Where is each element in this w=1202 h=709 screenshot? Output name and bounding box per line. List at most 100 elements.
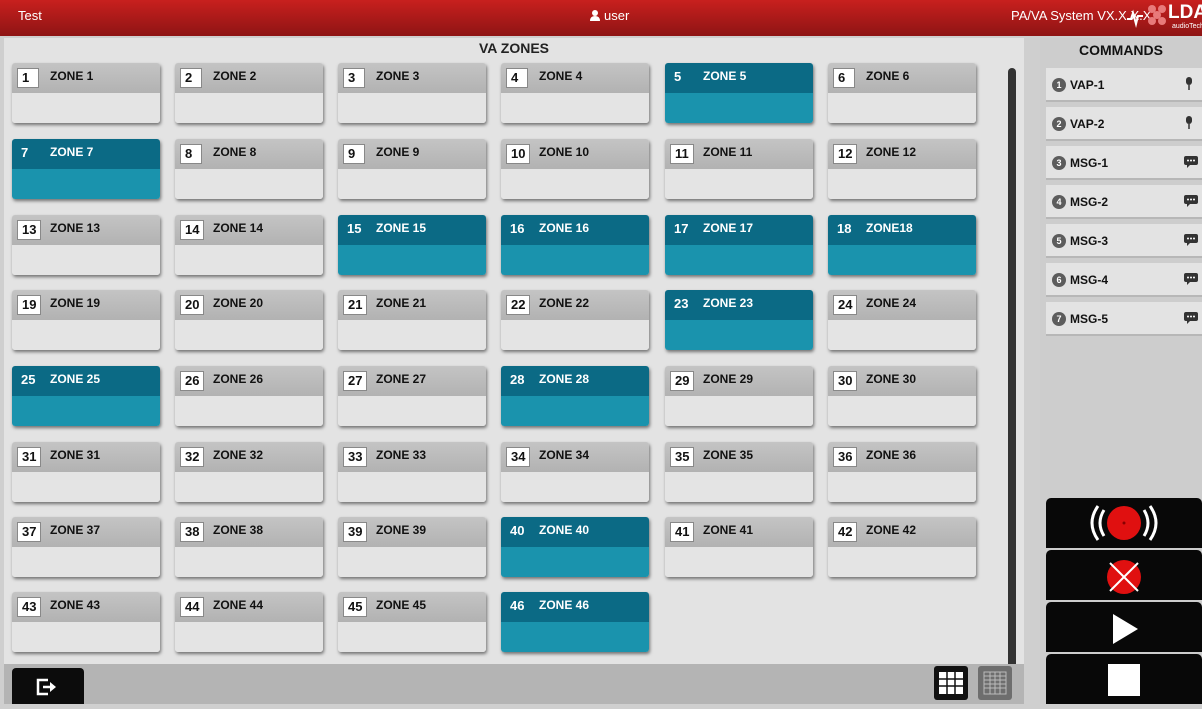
zone-body (501, 245, 649, 275)
cancel-button[interactable] (1046, 550, 1202, 600)
zone-button[interactable]: 45 ZONE 45 (338, 592, 486, 652)
zone-number: 46 (510, 598, 525, 613)
zone-body (665, 547, 813, 577)
logout-button[interactable] (12, 668, 84, 704)
zone-button[interactable]: 40 ZONE 40 (501, 517, 649, 577)
zone-button[interactable]: 39 ZONE 39 (338, 517, 486, 577)
zone-button[interactable]: 12 ZONE 12 (828, 139, 976, 199)
zone-button[interactable]: 9 ZONE 9 (338, 139, 486, 199)
zone-button[interactable]: 10 ZONE 10 (501, 139, 649, 199)
command-item[interactable]: 4 MSG-2 (1046, 185, 1202, 219)
zone-button[interactable]: 5 ZONE 5 (665, 63, 813, 123)
zone-button[interactable]: 42 ZONE 42 (828, 517, 976, 577)
command-icon (1184, 77, 1194, 96)
command-item[interactable]: 5 MSG-3 (1046, 224, 1202, 258)
zone-button[interactable]: 34 ZONE 34 (501, 442, 649, 502)
zone-button[interactable]: 18 ZONE18 (828, 215, 976, 275)
zone-name: ZONE 28 (539, 372, 590, 386)
zone-button[interactable]: 6 ZONE 6 (828, 63, 976, 123)
zone-button[interactable]: 22 ZONE 22 (501, 290, 649, 350)
zone-number: 10 (506, 144, 531, 164)
zone-button[interactable]: 8 ZONE 8 (175, 139, 323, 199)
zone-name: ZONE 42 (866, 523, 917, 537)
zone-body (665, 245, 813, 275)
zone-name: ZONE 16 (539, 221, 590, 235)
grid-icon (939, 672, 963, 694)
zone-button[interactable]: 28 ZONE 28 (501, 366, 649, 426)
zone-name: ZONE 43 (50, 598, 101, 612)
zone-button[interactable]: 33 ZONE 33 (338, 442, 486, 502)
stop-button[interactable] (1046, 654, 1202, 704)
command-icon (1184, 116, 1194, 135)
zone-button[interactable]: 16 ZONE 16 (501, 215, 649, 275)
zone-button[interactable]: 43 ZONE 43 (12, 592, 160, 652)
zone-button[interactable]: 25 ZONE 25 (12, 366, 160, 426)
user-name: user (604, 8, 630, 23)
zone-button[interactable]: 3 ZONE 3 (338, 63, 486, 123)
play-button[interactable] (1046, 602, 1202, 652)
zone-button[interactable]: 41 ZONE 41 (665, 517, 813, 577)
command-number: 7 (1052, 312, 1066, 326)
zone-button[interactable]: 7 ZONE 7 (12, 139, 160, 199)
zone-button[interactable]: 15 ZONE 15 (338, 215, 486, 275)
zone-body (828, 472, 976, 502)
zone-button[interactable]: 24 ZONE 24 (828, 290, 976, 350)
zone-name: ZONE 39 (376, 523, 427, 537)
zone-number: 28 (510, 372, 525, 387)
zone-button[interactable]: 11 ZONE 11 (665, 139, 813, 199)
zone-number: 6 (833, 68, 855, 88)
cancel-icon (1107, 560, 1141, 594)
command-item[interactable]: 1 VAP-1 (1046, 68, 1202, 102)
command-label: MSG-1 (1070, 156, 1109, 170)
zone-button[interactable]: 20 ZONE 20 (175, 290, 323, 350)
zone-body (338, 169, 486, 199)
zone-button[interactable]: 35 ZONE 35 (665, 442, 813, 502)
command-item[interactable]: 3 MSG-1 (1046, 146, 1202, 180)
zone-button[interactable]: 2 ZONE 2 (175, 63, 323, 123)
zone-body (175, 320, 323, 350)
zone-number: 8 (180, 144, 202, 164)
grid-view-button[interactable] (934, 666, 968, 700)
zone-button[interactable]: 31 ZONE 31 (12, 442, 160, 502)
zone-number: 31 (17, 447, 42, 467)
list-view-button[interactable] (978, 666, 1012, 700)
va-zones-panel: VA ZONES 1 ZONE 1 2 ZONE 2 3 ZONE 3 4 ZONE 4 5 ZO… (4, 38, 1024, 700)
zone-name: ZONE 6 (866, 69, 910, 83)
message-icon (1184, 234, 1198, 246)
zone-button[interactable]: 37 ZONE 37 (12, 517, 160, 577)
zone-button[interactable]: 26 ZONE 26 (175, 366, 323, 426)
zone-button[interactable]: 4 ZONE 4 (501, 63, 649, 123)
zone-button[interactable]: 44 ZONE 44 (175, 592, 323, 652)
zone-body (501, 396, 649, 426)
command-item[interactable]: 6 MSG-4 (1046, 263, 1202, 297)
zone-name: ZONE 35 (703, 448, 754, 462)
zone-button[interactable]: 36 ZONE 36 (828, 442, 976, 502)
command-item[interactable]: 7 MSG-5 (1046, 302, 1202, 336)
scrollbar[interactable] (1008, 68, 1016, 686)
zone-body (338, 245, 486, 275)
zone-button[interactable]: 21 ZONE 21 (338, 290, 486, 350)
zone-button[interactable]: 23 ZONE 23 (665, 290, 813, 350)
zone-body (828, 93, 976, 123)
zone-button[interactable]: 30 ZONE 30 (828, 366, 976, 426)
zone-button[interactable]: 14 ZONE 14 (175, 215, 323, 275)
zone-button[interactable]: 1 ZONE 1 (12, 63, 160, 123)
zone-button[interactable]: 46 ZONE 46 (501, 592, 649, 652)
zone-name: ZONE 20 (213, 296, 264, 310)
zone-button[interactable]: 19 ZONE 19 (12, 290, 160, 350)
zone-body (665, 93, 813, 123)
zone-button[interactable]: 38 ZONE 38 (175, 517, 323, 577)
zone-button[interactable]: 13 ZONE 13 (12, 215, 160, 275)
zone-button[interactable]: 29 ZONE 29 (665, 366, 813, 426)
command-label: VAP-1 (1070, 78, 1105, 92)
zone-body (501, 320, 649, 350)
emergency-button[interactable] (1046, 498, 1202, 548)
zone-number: 29 (670, 371, 695, 391)
zone-name: ZONE 26 (213, 372, 264, 386)
zone-button[interactable]: 32 ZONE 32 (175, 442, 323, 502)
zone-body (665, 472, 813, 502)
zone-button[interactable]: 27 ZONE 27 (338, 366, 486, 426)
zone-button[interactable]: 17 ZONE 17 (665, 215, 813, 275)
zone-number: 25 (21, 372, 36, 387)
command-item[interactable]: 2 VAP-2 (1046, 107, 1202, 141)
